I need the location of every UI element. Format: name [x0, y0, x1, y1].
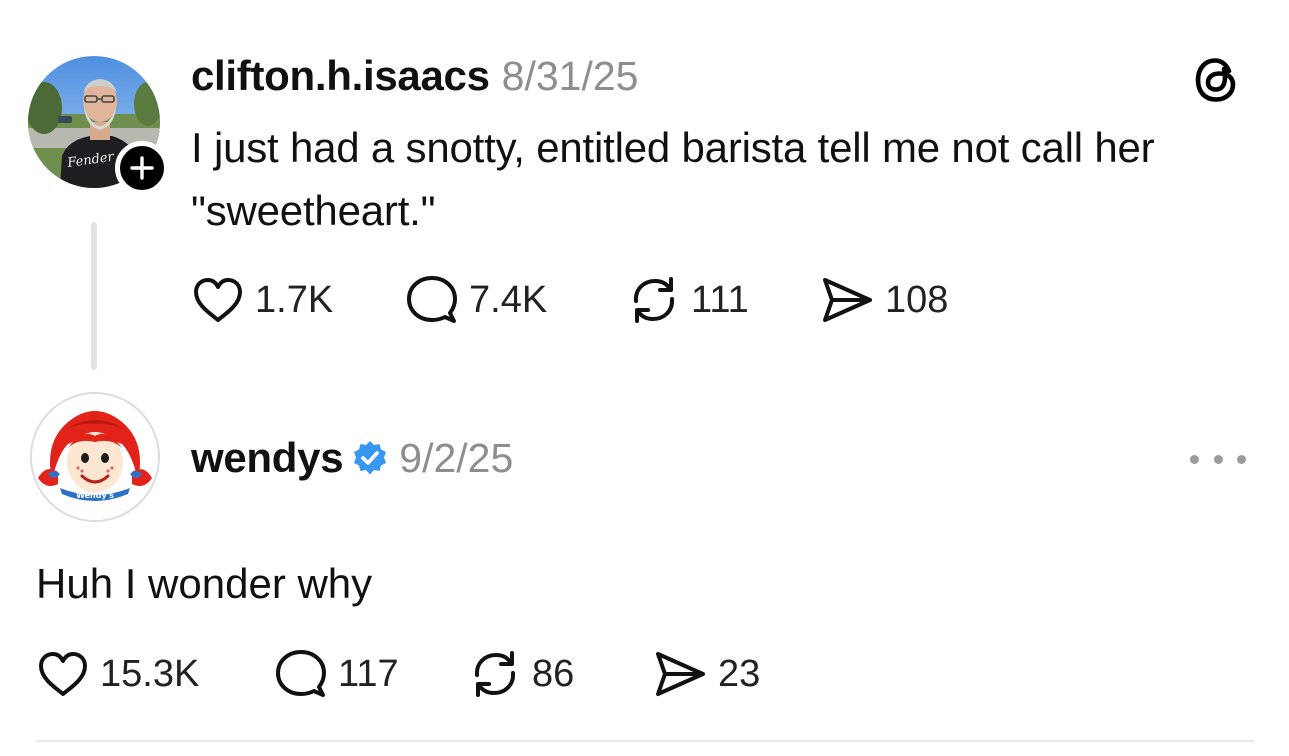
repost-arrows-icon [633, 277, 675, 323]
post-actions: 15.3K 117 86 23 [36, 644, 760, 704]
username[interactable]: clifton.h.isaacs [191, 52, 490, 100]
reply-button[interactable]: 7.4K [405, 273, 627, 327]
paper-plane-icon [656, 652, 705, 696]
divider [36, 740, 1254, 742]
follow-button[interactable] [115, 141, 169, 195]
timestamp: 9/2/25 [399, 434, 514, 481]
like-count: 15.3K [100, 652, 200, 695]
repost-arrows-icon [474, 651, 516, 697]
share-count: 23 [718, 652, 761, 695]
timestamp: 8/31/25 [501, 53, 639, 99]
avatar-wendys[interactable]: Wendy's [30, 392, 160, 522]
repost-count: 86 [532, 652, 575, 695]
repost-count: 111 [691, 278, 749, 321]
share-count: 108 [885, 278, 949, 321]
share-button[interactable]: 108 [819, 274, 948, 326]
like-button[interactable]: 1.7K [191, 275, 405, 325]
more-dots-icon[interactable] [1190, 444, 1246, 474]
heart-icon [39, 652, 87, 696]
post-text: Huh I wonder why [36, 560, 373, 607]
reply-count: 117 [338, 652, 399, 695]
verified-badge-icon [351, 439, 389, 477]
repost-button[interactable]: 111 [627, 273, 819, 327]
speech-bubble-icon [276, 650, 326, 697]
like-count: 1.7K [255, 278, 334, 321]
like-button[interactable]: 15.3K [36, 649, 274, 699]
share-button[interactable]: 23 [652, 648, 760, 700]
svg-text:Wendy's: Wendy's [76, 491, 114, 500]
plus-icon [130, 156, 154, 180]
threads-logo-icon[interactable] [1192, 55, 1242, 105]
reply-count: 7.4K [469, 278, 548, 321]
username[interactable]: wendys [191, 434, 344, 482]
heart-icon [194, 278, 242, 322]
thread-line [91, 222, 97, 370]
post-actions: 1.7K 7.4K 111 108 [191, 270, 948, 330]
reply-button[interactable]: 117 [274, 647, 468, 701]
post-header: wendys 9/2/25 [191, 432, 513, 484]
speech-bubble-icon [407, 276, 457, 323]
repost-button[interactable]: 86 [468, 647, 652, 701]
paper-plane-icon [823, 278, 872, 322]
post-text: I just had a snotty, entitled barista te… [191, 124, 1155, 234]
post-header: clifton.h.isaacs 8/31/25 [191, 52, 638, 102]
